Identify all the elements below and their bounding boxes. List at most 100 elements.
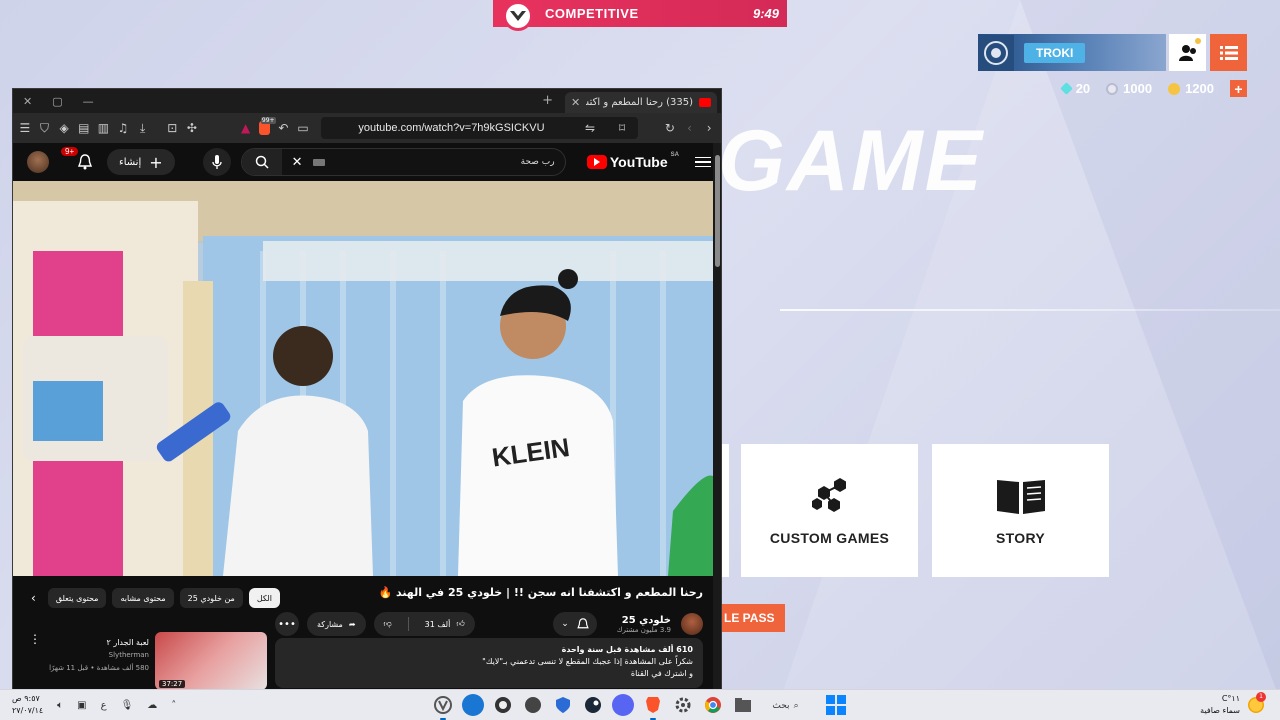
steam-icon[interactable] [582, 694, 604, 716]
main-menu-button[interactable] [1210, 34, 1247, 71]
channel-avatar[interactable] [681, 613, 703, 635]
recommended-thumbnail[interactable]: 37:27 [155, 632, 267, 689]
cloud-icon[interactable]: ☁︎ [147, 700, 157, 711]
share-button[interactable]: مشاركة ➦ [307, 612, 366, 636]
browser-window[interactable]: ✕ ▢ — + ✕ (335) رحنا المطعم و اكتشفنا ان… [12, 88, 722, 690]
account-avatar[interactable] [27, 151, 49, 173]
minimize-window-icon[interactable]: — [83, 95, 94, 108]
overwatch-icon[interactable] [432, 694, 454, 720]
keyboard-icon[interactable] [312, 158, 325, 166]
currency-value: 1000 [1123, 81, 1153, 96]
menu-icon[interactable]: ☰ [19, 120, 31, 136]
player-card[interactable]: TROKI [978, 34, 1166, 71]
competitive-emblem-icon [503, 0, 533, 31]
share-icon[interactable]: ↶ [278, 120, 290, 136]
dislike-button[interactable]: 👎︎ [374, 612, 402, 636]
wallet-icon[interactable]: ▤ [78, 120, 90, 136]
rocket-app-icon[interactable] [462, 694, 484, 716]
brave-rewards-icon[interactable]: ▲ [240, 120, 252, 136]
microphone-tray-icon[interactable]: 🎙︎ [121, 700, 134, 711]
reload-icon[interactable]: ↻ [664, 120, 676, 136]
obs-icon[interactable] [492, 694, 514, 716]
search-query: رب صحة [520, 157, 555, 167]
clock[interactable]: ٩:٥٧ ص ٢٧/٠٧/١٤ [12, 693, 43, 717]
screenshot-icon[interactable]: ⊡ [166, 120, 178, 136]
page-scrollbar[interactable] [713, 143, 721, 689]
like-button[interactable]: 31 ألف 👍︎ [415, 612, 475, 636]
maximize-window-icon[interactable]: ▢ [52, 95, 62, 108]
channel-name[interactable]: خلودي 25 [617, 615, 671, 626]
close-tab-icon[interactable]: ✕ [571, 96, 580, 109]
new-tab-button[interactable]: + [542, 93, 553, 108]
custom-games-card[interactable]: CUSTOM GAMES [741, 444, 918, 577]
social-button[interactable] [1169, 34, 1206, 71]
subscriber-count: 3.9 مليون مشترك [616, 625, 671, 634]
settings-gear-icon[interactable] [672, 694, 694, 716]
puzzle-extension-icon[interactable]: ✣ [186, 120, 198, 136]
sidebar-icon[interactable]: ▥ [98, 120, 110, 136]
chevron-left-icon[interactable]: ‹ [31, 591, 36, 605]
address-bar[interactable]: youtube.com/watch?v=7h9kGSICKVU ⇋ ⌑ [320, 117, 639, 139]
recommended-title: لعبة الجدار ٢ [106, 638, 150, 647]
create-button[interactable]: إنشاء + [107, 149, 175, 175]
notifications-button[interactable]: 9+ [61, 147, 97, 174]
brave-shields-icon[interactable]: 99+ [259, 117, 276, 135]
region-code: SA [670, 152, 679, 158]
competitive-banner[interactable]: COMPETITIVE 9:49 [493, 0, 787, 31]
video-player[interactable]: KLEIN [13, 181, 713, 576]
more-actions-button[interactable]: ••• [275, 612, 299, 636]
cast-icon[interactable]: ▭ [297, 120, 309, 136]
shield-app-icon[interactable] [552, 694, 574, 716]
music-icon[interactable]: ♫ [117, 120, 129, 136]
gold-coin-icon [1168, 82, 1181, 95]
network-icon[interactable]: ▣ [77, 700, 86, 711]
guide-menu-icon[interactable] [695, 156, 711, 168]
search-bar[interactable]: ✕ رب صحة [240, 148, 566, 176]
chip-all[interactable]: الكل [248, 588, 280, 608]
search-button[interactable] [241, 149, 282, 175]
share-label: مشاركة [317, 619, 343, 629]
youtube-favicon-icon [699, 98, 711, 107]
shield-icon[interactable]: ⛉ [39, 120, 51, 136]
mode-label: STORY [996, 529, 1045, 546]
browser-tab[interactable]: ✕ (335) رحنا المطعم و اكتشفنا انه سجن !!… [565, 92, 717, 113]
language-indicator[interactable]: ع [101, 700, 107, 711]
volume-icon[interactable]: 🔈︎ [57, 700, 63, 711]
window-controls: ✕ ▢ — [13, 95, 94, 108]
video-frame: KLEIN [13, 181, 713, 576]
chip[interactable]: من خلودي 25 [179, 588, 243, 608]
story-card[interactable]: STORY [932, 444, 1109, 577]
site-settings-icon[interactable]: ⇋ [582, 120, 598, 136]
chip[interactable]: محتوى يتعلق [47, 588, 107, 608]
youtube-logo[interactable]: YouTube SA [586, 152, 679, 170]
browser-toolbar: ☰ ⛉ ◈ ▤ ▥ ♫ ⤓ ⊡ ✣ ▲ 99+ ↶ ▭ youtube.com/… [13, 113, 721, 143]
chevron-up-icon[interactable]: ˄ [171, 700, 176, 711]
scroll-thumb[interactable] [715, 155, 720, 267]
recommended-video[interactable]: ⋮ لعبة الجدار ٢ Slytherman 580 ألف مشاهد… [23, 632, 267, 689]
clear-search-icon[interactable]: ✕ [292, 155, 303, 170]
extensions-icon[interactable]: ◈ [58, 120, 70, 136]
file-explorer-icon[interactable] [732, 694, 754, 716]
currency-bar: 20 1000 1200 + [1059, 80, 1247, 97]
xbox-icon[interactable] [522, 694, 544, 716]
bookmark-icon[interactable]: ⌑ [614, 120, 630, 136]
voice-search-button[interactable] [202, 148, 231, 176]
windows-start-icon[interactable] [826, 695, 846, 715]
download-icon[interactable]: ⤓ [137, 120, 149, 136]
mode-card-partial[interactable] [722, 444, 729, 577]
add-currency-button[interactable]: + [1230, 80, 1247, 97]
discord-icon[interactable] [612, 694, 634, 716]
description-box[interactable]: 610 ألف مشاهدة قبل سنة واحدة شكراً على ا… [275, 638, 703, 688]
chip[interactable]: محتوى مشابه [112, 588, 174, 608]
brave-icon[interactable] [642, 694, 664, 720]
battle-pass-button[interactable]: LE PASS [722, 604, 785, 632]
weather-widget[interactable]: 1 ١١°C سماء صافية [1200, 692, 1266, 717]
subscribed-button[interactable]: ⌄ [553, 612, 597, 636]
close-window-icon[interactable]: ✕ [23, 95, 32, 108]
create-label: إنشاء [119, 156, 142, 168]
chrome-icon[interactable] [702, 694, 724, 716]
taskbar-search[interactable]: ⌕ بحث [758, 695, 813, 717]
search-input[interactable]: ✕ رب صحة [282, 149, 565, 175]
forward-icon[interactable]: › [703, 120, 715, 136]
back-icon[interactable]: ‹ [684, 120, 696, 136]
